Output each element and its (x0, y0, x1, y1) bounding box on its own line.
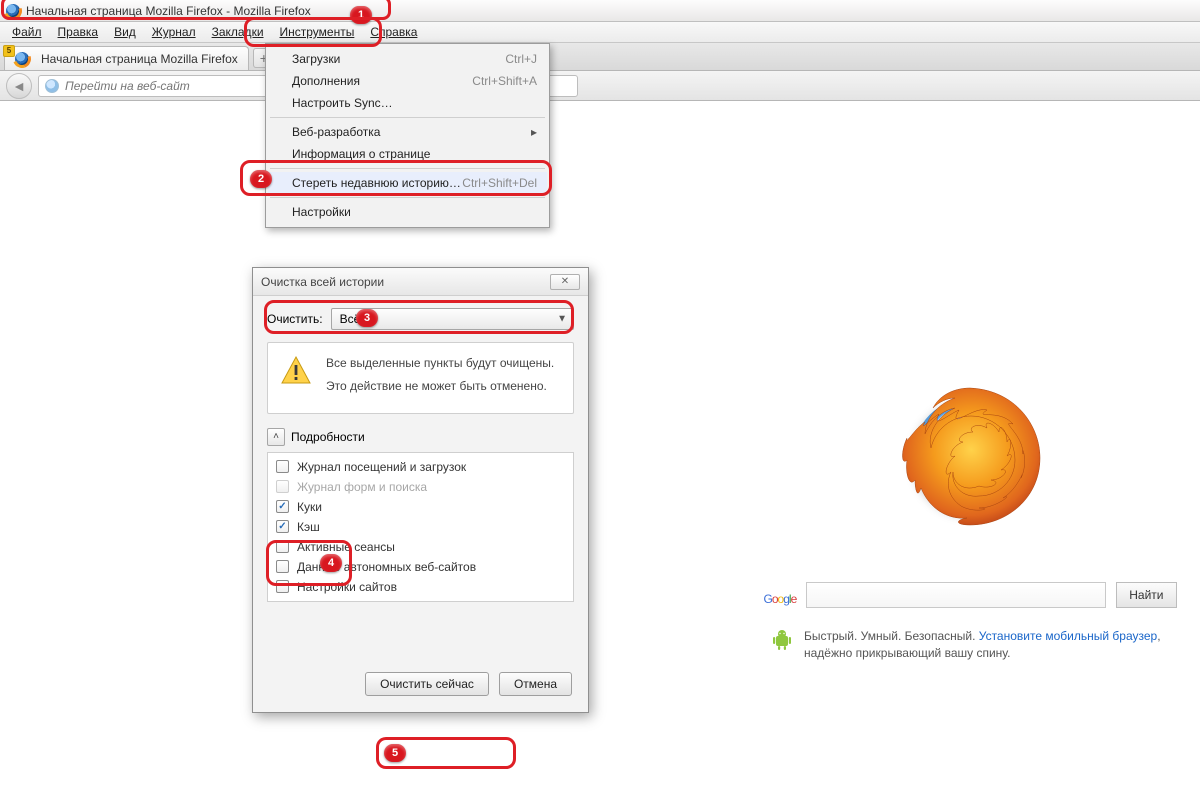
warning-text-1: Все выделенные пункты будут очищены. (326, 355, 554, 372)
android-icon (770, 628, 794, 663)
tab-strip: 5 Начальная страница Mozilla Firefox + (0, 43, 1200, 71)
cancel-button[interactable]: Отмена (499, 672, 572, 696)
dialog-titlebar: Очистка всей истории ✕ (253, 268, 588, 296)
install-mobile-link[interactable]: Установите мобильный браузер (979, 629, 1157, 643)
google-logo: Google (763, 580, 796, 610)
menu-separator (270, 168, 545, 169)
chk-visits[interactable]: Журнал посещений и загрузок (268, 457, 573, 477)
callout-5-badge: 5 (384, 744, 406, 762)
callout-2-badge: 2 (250, 170, 272, 188)
callout-1-badge: 1 (350, 6, 372, 24)
menuitem-addons[interactable]: ДополненияCtrl+Shift+A (268, 70, 547, 92)
menuitem-sync[interactable]: Настроить Sync… (268, 92, 547, 114)
details-toggle[interactable]: ˄ (267, 428, 285, 446)
menuitem-pageinfo[interactable]: Информация о странице (268, 143, 547, 165)
warning-panel: Все выделенные пункты будут очищены. Это… (267, 342, 574, 414)
google-search-button[interactable]: Найти (1116, 582, 1176, 608)
warning-icon (280, 355, 312, 387)
submenu-arrow-icon: ▸ (531, 125, 537, 139)
chevron-down-icon: ▼ (557, 314, 567, 325)
details-label: Подробности (291, 430, 365, 444)
globe-icon (45, 79, 59, 93)
menuitem-webdev[interactable]: Веб-разработка▸ (268, 121, 547, 143)
warning-text-2: Это действие не может быть отменено. (326, 378, 554, 395)
chk-cache[interactable]: Кэш (268, 517, 573, 537)
chk-offline[interactable]: Данные автономных веб-сайтов (268, 557, 573, 577)
dialog-title: Очистка всей истории (261, 275, 384, 289)
menuitem-clear-history[interactable]: Стереть недавнюю историю…Ctrl+Shift+Del (268, 172, 547, 194)
firefox-logo (895, 380, 1045, 530)
chk-cookies[interactable]: Куки (268, 497, 573, 517)
android-promo-text: Быстрый. Умный. Безопасный. Установите м… (804, 628, 1170, 663)
tab-home[interactable]: 5 Начальная страница Mozilla Firefox (4, 46, 249, 70)
window-title: Начальная страница Mozilla Firefox - Moz… (26, 4, 311, 18)
menu-help[interactable]: Справка (362, 23, 425, 41)
menu-tools[interactable]: Инструменты (272, 23, 363, 41)
chk-forms: Журнал форм и поиска (268, 477, 573, 497)
google-search-input[interactable] (806, 582, 1106, 608)
menu-separator (270, 117, 545, 118)
menuitem-settings[interactable]: Настройки (268, 201, 547, 223)
menu-bookmarks[interactable]: Закладки (204, 23, 272, 41)
menu-separator (270, 197, 545, 198)
navigation-bar: ◄ (0, 71, 1200, 101)
home-content: Google Найти Быстрый. Умный. Безопасный.… (760, 380, 1180, 663)
dialog-close-button[interactable]: ✕ (550, 274, 580, 290)
details-checklist: Журнал посещений и загрузок Журнал форм … (267, 452, 574, 602)
menu-view[interactable]: Вид (106, 23, 144, 41)
chk-siteprefs[interactable]: Настройки сайтов (268, 577, 573, 597)
chk-sessions[interactable]: Активные сеансы (268, 537, 573, 557)
menu-history[interactable]: Журнал (144, 23, 204, 41)
callout-4-badge: 4 (320, 554, 342, 572)
clear-range-label: Очистить: (267, 312, 323, 326)
menu-file[interactable]: Файл (4, 23, 50, 41)
tools-dropdown: ЗагрузкиCtrl+J ДополненияCtrl+Shift+A На… (265, 43, 550, 228)
window-titlebar: Начальная страница Mozilla Firefox - Moz… (0, 0, 1200, 22)
back-button[interactable]: ◄ (6, 73, 32, 99)
menu-edit[interactable]: Правка (50, 23, 107, 41)
firefox-icon (15, 52, 29, 66)
menuitem-downloads[interactable]: ЗагрузкиCtrl+J (268, 48, 547, 70)
callout-3-badge: 3 (356, 309, 378, 327)
firefox-icon (6, 4, 20, 18)
tab-label: Начальная страница Mozilla Firefox (41, 52, 238, 66)
clear-history-dialog: Очистка всей истории ✕ Очистить: Всё ▼ В… (252, 267, 589, 713)
clear-now-button[interactable]: Очистить сейчас (365, 672, 489, 696)
menubar: Файл Правка Вид Журнал Закладки Инструме… (0, 22, 1200, 43)
